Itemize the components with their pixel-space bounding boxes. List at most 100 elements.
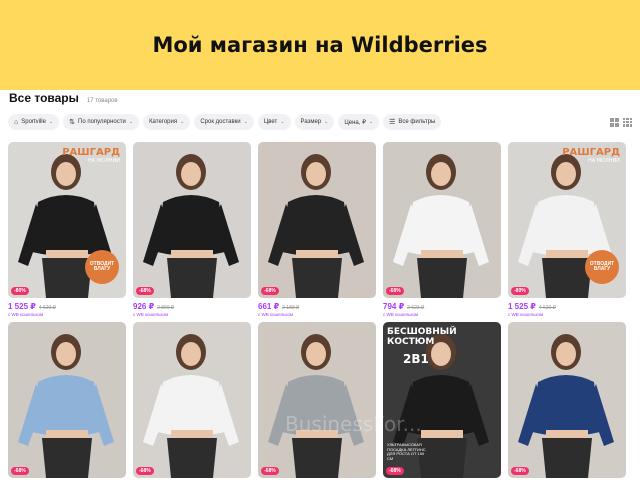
chevron-down-icon: ⌄ bbox=[368, 119, 374, 125]
face-shape bbox=[306, 342, 326, 366]
waist-skin bbox=[46, 430, 88, 438]
price: 1 525 ₽ bbox=[508, 302, 536, 311]
product-photo[interactable]: -68% bbox=[133, 322, 251, 478]
discount-badge: -68% bbox=[11, 467, 29, 475]
waist-skin bbox=[421, 430, 463, 438]
product-card[interactable]: -68% bbox=[508, 322, 626, 478]
model-illustration bbox=[8, 322, 126, 478]
discount-badge: -80% bbox=[11, 287, 29, 295]
promo-subtitle: НА МОЛНИИ bbox=[87, 158, 120, 164]
price: 926 ₽ bbox=[133, 302, 155, 311]
bottom-garment bbox=[167, 438, 217, 478]
waist-skin bbox=[296, 250, 338, 258]
filter-shop[interactable]: ⌂ Sportville ⌄ bbox=[8, 114, 60, 130]
product-photo[interactable]: -68% bbox=[8, 322, 126, 478]
discount-badge: -68% bbox=[261, 467, 279, 475]
filter-sort[interactable]: ⇅ По популярности ⌄ bbox=[63, 114, 140, 130]
price-row: 926 ₽ 2 866 ₽ bbox=[133, 302, 251, 311]
sort-icon: ⇅ bbox=[69, 119, 75, 126]
product-grid: РАШГАРД НА МОЛНИИ ОТВОДИТ ВЛАГУ -80% 1 52… bbox=[8, 142, 632, 478]
filter-label: Цвет bbox=[263, 119, 278, 125]
old-price: 2 866 ₽ bbox=[157, 305, 175, 311]
grid-large-icon[interactable] bbox=[610, 117, 619, 127]
waist-skin bbox=[546, 430, 588, 438]
chevron-down-icon: ⌄ bbox=[180, 119, 185, 125]
bottom-garment bbox=[292, 438, 342, 478]
old-price: 2 183 ₽ bbox=[282, 305, 300, 311]
face-shape bbox=[556, 342, 576, 366]
wallet-note: с WB кошельком bbox=[8, 312, 44, 317]
price-row: 794 ₽ 2 623 ₽ bbox=[383, 302, 501, 311]
product-card[interactable]: -68% bbox=[133, 322, 251, 478]
promo-title: РАШГАРД НА МОЛНИИ bbox=[62, 147, 120, 164]
product-card[interactable]: -68% 661 ₽ 2 183 ₽ с WB кошельком bbox=[258, 142, 376, 317]
filter-label: Размер bbox=[300, 119, 322, 125]
product-photo[interactable]: -68% bbox=[258, 322, 376, 478]
face-shape bbox=[56, 342, 76, 366]
view-toggles bbox=[610, 117, 632, 127]
chevron-down-icon: ⌄ bbox=[243, 119, 248, 125]
waist-skin bbox=[296, 430, 338, 438]
old-price: 4 620 ₽ bbox=[538, 305, 556, 311]
product-photo[interactable]: -68% bbox=[258, 142, 376, 298]
model-illustration bbox=[508, 322, 626, 478]
product-photo[interactable]: -68% bbox=[508, 322, 626, 478]
shop-icon: ⌂ bbox=[14, 118, 19, 126]
filter-label: Цена, ₽ bbox=[344, 119, 366, 126]
wallet-note: с WB кошельком bbox=[508, 312, 544, 317]
ad-headline: БЕСШОВНЫЙ КОСТЮМ bbox=[387, 327, 457, 347]
product-card[interactable]: РАШГАРД НА МОЛНИИ ОТВОДИТ ВЛАГУ -80% 1 52… bbox=[508, 142, 626, 317]
filter-size[interactable]: Размер ⌄ bbox=[294, 114, 335, 130]
model-illustration bbox=[133, 322, 251, 478]
old-price: 4 620 ₽ bbox=[38, 305, 56, 311]
product-card[interactable]: -68% bbox=[8, 322, 126, 478]
product-card[interactable]: -68% 926 ₽ 2 866 ₽ с WB кошельком bbox=[133, 142, 251, 317]
product-card[interactable]: РАШГАРД НА МОЛНИИ ОТВОДИТ ВЛАГУ -80% 1 52… bbox=[8, 142, 126, 317]
price-row: 1 525 ₽ 4 620 ₽ bbox=[8, 302, 126, 311]
filter-bar: ⌂ Sportville ⌄ ⇅ По популярности ⌄ Катег… bbox=[8, 114, 632, 130]
grid-small-icon[interactable] bbox=[623, 117, 632, 127]
product-photo[interactable]: РАШГАРД НА МОЛНИИ ОТВОДИТ ВЛАГУ -80% bbox=[508, 142, 626, 298]
face-shape bbox=[181, 162, 201, 186]
page-header: Все товары 17 товаров bbox=[9, 91, 118, 105]
bottom-garment bbox=[42, 438, 92, 478]
product-photo[interactable]: -68% bbox=[383, 142, 501, 298]
product-photo[interactable]: -68% bbox=[133, 142, 251, 298]
discount-badge: -68% bbox=[386, 287, 404, 295]
face-shape bbox=[181, 342, 201, 366]
product-card[interactable]: -68% 794 ₽ 2 623 ₽ с WB кошельком bbox=[383, 142, 501, 317]
filter-label: Категория bbox=[149, 119, 178, 125]
chevron-down-icon: ⌄ bbox=[128, 119, 134, 125]
filter-color[interactable]: Цвет ⌄ bbox=[257, 114, 291, 130]
product-count: 17 товаров bbox=[86, 98, 118, 104]
filter-price[interactable]: Цена, ₽ ⌄ bbox=[338, 114, 380, 130]
price: 794 ₽ bbox=[383, 302, 405, 311]
ad-subheadline: 2В1 bbox=[403, 352, 429, 366]
price: 661 ₽ bbox=[258, 302, 280, 311]
product-photo[interactable]: РАШГАРД НА МОЛНИИ ОТВОДИТ ВЛАГУ -80% bbox=[8, 142, 126, 298]
filter-category[interactable]: Категория ⌄ bbox=[143, 114, 191, 130]
promo-title: РАШГАРД НА МОЛНИИ bbox=[562, 147, 620, 164]
page-title: Все товары bbox=[9, 91, 79, 105]
wallet-note: с WB кошельком bbox=[383, 312, 419, 317]
chevron-down-icon: ⌄ bbox=[280, 119, 285, 125]
product-photo[interactable]: БЕСШОВНЫЙ КОСТЮМ 2В1 УЛЬТРАВЫСОКАЯ ПОСАД… bbox=[383, 322, 501, 478]
discount-badge: -80% bbox=[511, 287, 529, 295]
filter-icon: ☰ bbox=[389, 119, 396, 126]
product-card[interactable]: -68% bbox=[258, 322, 376, 478]
old-price: 2 623 ₽ bbox=[407, 305, 425, 311]
face-shape bbox=[306, 162, 326, 186]
product-card[interactable]: БЕСШОВНЫЙ КОСТЮМ 2В1 УЛЬТРАВЫСОКАЯ ПОСАД… bbox=[383, 322, 501, 478]
price-row: 661 ₽ 2 183 ₽ bbox=[258, 302, 376, 311]
face-shape bbox=[56, 162, 76, 186]
promo-subtitle: НА МОЛНИИ bbox=[587, 158, 620, 164]
discount-badge: -68% bbox=[261, 287, 279, 295]
face-shape bbox=[556, 162, 576, 186]
waist-skin bbox=[171, 250, 213, 258]
filter-all[interactable]: ☰ Все фильтры bbox=[383, 114, 442, 130]
filter-delivery[interactable]: Срок доставки ⌄ bbox=[194, 114, 254, 130]
waist-skin bbox=[46, 250, 88, 258]
filter-label: Все фильтры bbox=[398, 119, 436, 125]
bottom-garment bbox=[542, 438, 592, 478]
bottom-garment bbox=[417, 258, 467, 298]
